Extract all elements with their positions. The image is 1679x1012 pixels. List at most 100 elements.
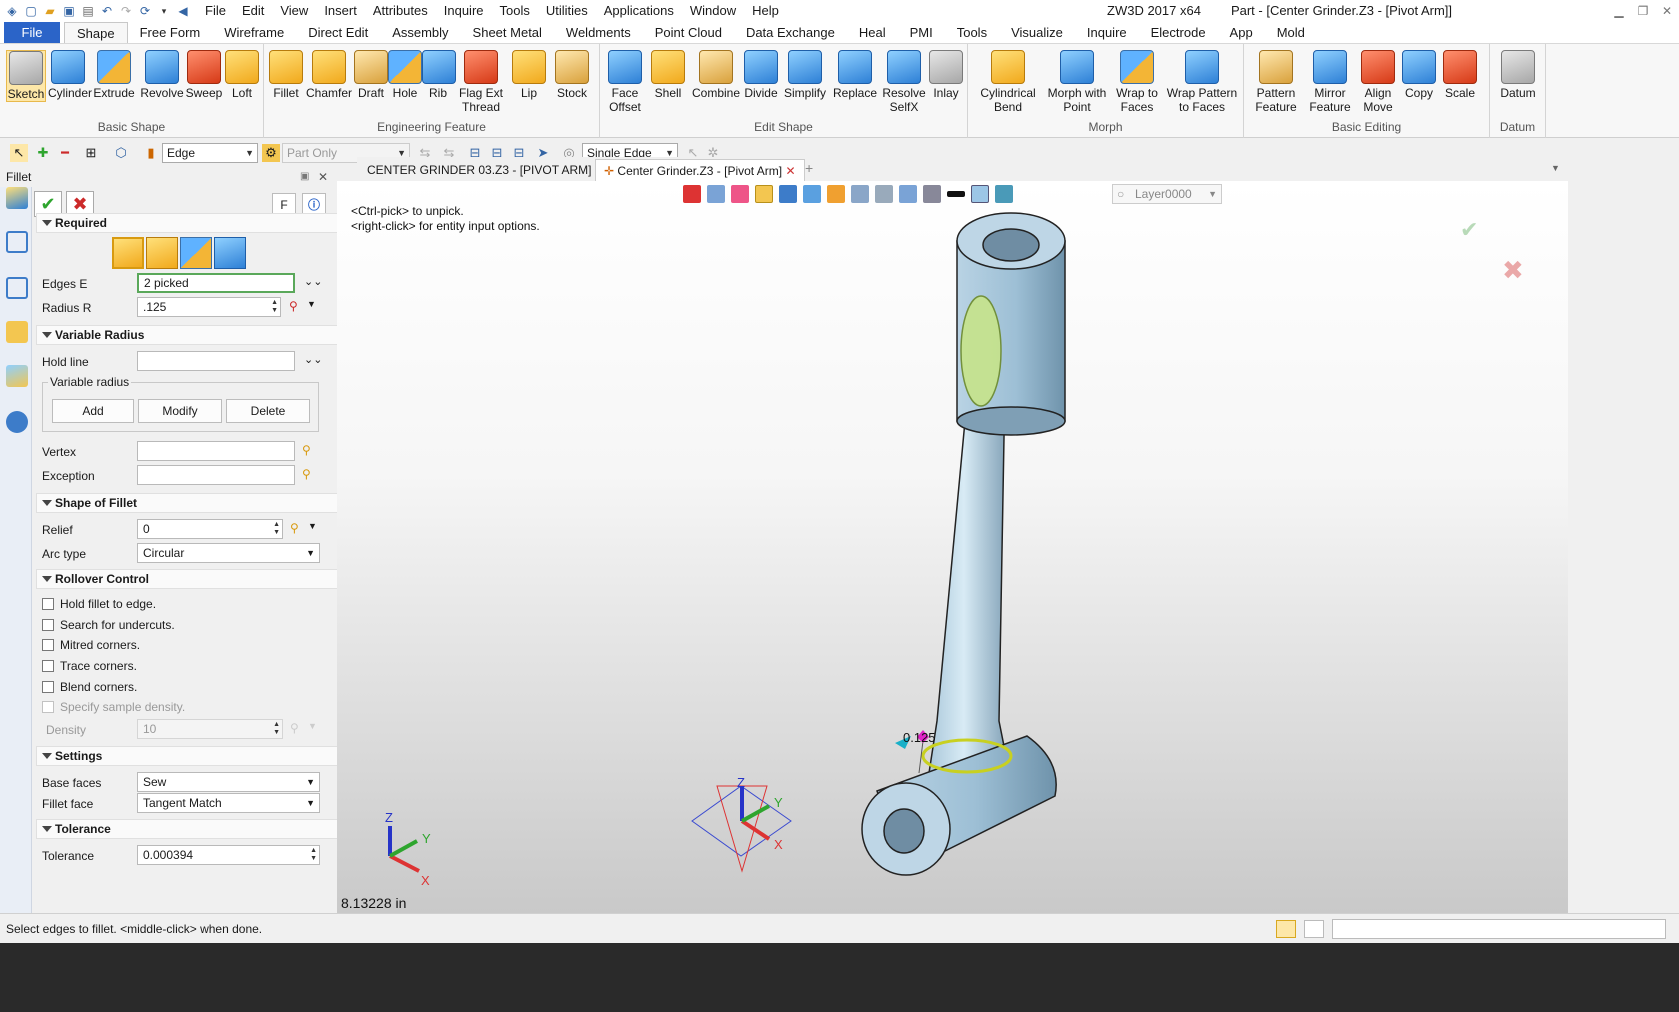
tab-weldments[interactable]: Weldments bbox=[554, 22, 643, 43]
search-undercuts-checkbox[interactable]: Search for undercuts. bbox=[42, 618, 175, 632]
shell-button[interactable]: Shell bbox=[648, 50, 688, 100]
ok-check-icon[interactable]: ✔ bbox=[1460, 217, 1478, 243]
restore-icon[interactable]: ❐ bbox=[1631, 0, 1655, 22]
face-offset-button[interactable]: Face Offset bbox=[602, 50, 648, 114]
flag-ext-thread-button[interactable]: Flag Ext Thread bbox=[456, 50, 506, 114]
modify-button[interactable]: Modify bbox=[138, 399, 222, 423]
assembly-tree-icon[interactable] bbox=[6, 277, 28, 299]
tab-app[interactable]: App bbox=[1218, 22, 1265, 43]
tab-heal[interactable]: Heal bbox=[847, 22, 898, 43]
command-input[interactable] bbox=[1332, 919, 1666, 939]
close-window-icon[interactable]: ✕ bbox=[1655, 0, 1679, 22]
radius-input[interactable]: .125 ▲ ▼ bbox=[137, 297, 281, 317]
expand-chevron-icon[interactable]: ⌄⌄ bbox=[304, 353, 322, 366]
regen-icon[interactable]: ⟳ bbox=[137, 3, 153, 19]
tree-view-icon[interactable] bbox=[1276, 920, 1296, 938]
pick-point-icon[interactable]: ⚲ bbox=[302, 467, 311, 481]
spinner-icon[interactable]: ▲ ▼ bbox=[271, 299, 278, 315]
mitred-corners-checkbox[interactable]: Mitred corners. bbox=[42, 638, 140, 652]
list-view-icon[interactable] bbox=[1304, 920, 1324, 938]
panel-close-icon[interactable]: ✕ bbox=[318, 167, 328, 187]
options-dropdown-icon[interactable]: ▼ bbox=[308, 721, 317, 731]
tab-point-cloud[interactable]: Point Cloud bbox=[643, 22, 734, 43]
density-input[interactable]: 10 ▲ ▼ bbox=[137, 719, 283, 739]
select-pointer-icon[interactable]: ↖ bbox=[10, 144, 28, 162]
arc-type-select[interactable]: Circular ▼ bbox=[137, 543, 320, 563]
morph-with-point-button[interactable]: Morph with Point bbox=[1044, 50, 1110, 114]
menu-file[interactable]: File bbox=[197, 0, 234, 22]
delete-button[interactable]: Delete bbox=[226, 399, 310, 423]
simplify-button[interactable]: Simplify bbox=[782, 50, 828, 100]
pick-options-icon[interactable]: ⊞ bbox=[82, 144, 100, 162]
f-button[interactable]: F bbox=[272, 193, 296, 215]
view-manager-icon[interactable] bbox=[6, 365, 28, 387]
menu-edit[interactable]: Edit bbox=[234, 0, 272, 22]
fillet-type-icon[interactable] bbox=[112, 237, 144, 269]
wrap-to-faces-button[interactable]: Wrap to Faces bbox=[1114, 50, 1160, 114]
back-arrow-icon[interactable]: ◀ bbox=[175, 3, 191, 19]
face-fillet-icon[interactable] bbox=[180, 237, 212, 269]
fillet-button[interactable]: Fillet bbox=[266, 50, 306, 100]
tab-file[interactable]: File bbox=[4, 22, 60, 43]
trace-corners-checkbox[interactable]: Trace corners. bbox=[42, 659, 137, 673]
tab-inquire[interactable]: Inquire bbox=[1075, 22, 1139, 43]
save-icon[interactable]: ▣ bbox=[61, 3, 77, 19]
open-file-icon[interactable]: ▰ bbox=[42, 3, 58, 19]
expand-chevron-icon[interactable]: ⌄⌄ bbox=[304, 275, 322, 288]
panel-pin-icon[interactable]: ▣ bbox=[300, 167, 309, 187]
part-icon[interactable] bbox=[6, 321, 28, 343]
inlay-button[interactable]: Inlay bbox=[928, 50, 964, 100]
hole-button[interactable]: Hole bbox=[388, 50, 422, 100]
menu-utilities[interactable]: Utilities bbox=[538, 0, 596, 22]
lip-button[interactable]: Lip bbox=[510, 50, 548, 100]
tab-shape[interactable]: Shape bbox=[64, 22, 128, 43]
new-tab-icon[interactable]: + bbox=[805, 160, 813, 176]
menu-help[interactable]: Help bbox=[744, 0, 787, 22]
revolve-button[interactable]: Revolve bbox=[140, 50, 184, 100]
print-icon[interactable]: ▤ bbox=[80, 3, 96, 19]
tab-visualize[interactable]: Visualize bbox=[999, 22, 1075, 43]
draft-button[interactable]: Draft bbox=[354, 50, 388, 100]
tab-pmi[interactable]: PMI bbox=[898, 22, 945, 43]
blend-corners-checkbox[interactable]: Blend corners. bbox=[42, 680, 137, 694]
undo-icon[interactable]: ↶ bbox=[99, 3, 115, 19]
spinner-icon[interactable]: ▲ ▼ bbox=[310, 847, 317, 863]
minimize-icon[interactable]: ▁ bbox=[1607, 0, 1631, 22]
rib-button[interactable]: Rib bbox=[422, 50, 456, 100]
divide-button[interactable]: Divide bbox=[742, 50, 780, 100]
user-icon[interactable] bbox=[6, 411, 28, 433]
options-dropdown-icon[interactable]: ▼ bbox=[308, 521, 317, 531]
checkbox-box[interactable] bbox=[42, 598, 54, 610]
shape-filter-icon[interactable]: ⬡ bbox=[112, 144, 130, 162]
checkbox-box[interactable] bbox=[42, 701, 54, 713]
cancel-x-icon[interactable]: ✖ bbox=[1502, 255, 1524, 286]
pick-point-icon[interactable]: ⚲ bbox=[302, 443, 311, 457]
filter-list-icon[interactable]: ▮ bbox=[142, 144, 160, 162]
datum-button[interactable]: Datum bbox=[1496, 50, 1540, 100]
new-file-icon[interactable]: ▢ bbox=[23, 3, 39, 19]
history-tree-icon[interactable] bbox=[6, 231, 28, 253]
tolerance-input[interactable]: 0.000394 ▲ ▼ bbox=[137, 845, 320, 865]
edges-field[interactable]: 2 picked bbox=[137, 273, 295, 293]
chamfer-button[interactable]: Chamfer bbox=[306, 50, 352, 100]
base-faces-select[interactable]: Sew ▼ bbox=[137, 772, 320, 792]
spinner-icon[interactable]: ▲ ▼ bbox=[273, 721, 280, 737]
relief-input[interactable]: 0 ▲ ▼ bbox=[137, 519, 283, 539]
tab-tools[interactable]: Tools bbox=[945, 22, 999, 43]
align-move-button[interactable]: Align Move bbox=[1358, 50, 1398, 114]
section-settings[interactable]: Settings bbox=[36, 746, 352, 766]
vertex-field[interactable] bbox=[137, 441, 295, 461]
resolve-selfx-button[interactable]: Resolve SelfX bbox=[880, 50, 928, 114]
chord-fillet-icon[interactable] bbox=[146, 237, 178, 269]
measure-icon[interactable]: ⚲ bbox=[290, 521, 299, 535]
tab-list-icon[interactable]: ▼ bbox=[1551, 163, 1560, 173]
checkbox-box[interactable] bbox=[42, 639, 54, 651]
pattern-feature-button[interactable]: Pattern Feature bbox=[1250, 50, 1302, 114]
extrude-button[interactable]: Extrude bbox=[92, 50, 136, 100]
cylinder-button[interactable]: Cylinder bbox=[48, 50, 92, 100]
section-rollover-control[interactable]: Rollover Control bbox=[36, 569, 352, 589]
measure-icon[interactable]: ⚲ bbox=[289, 299, 298, 313]
sweep-button[interactable]: Sweep bbox=[184, 50, 224, 100]
checkbox-box[interactable] bbox=[42, 681, 54, 693]
tab-wireframe[interactable]: Wireframe bbox=[212, 22, 296, 43]
